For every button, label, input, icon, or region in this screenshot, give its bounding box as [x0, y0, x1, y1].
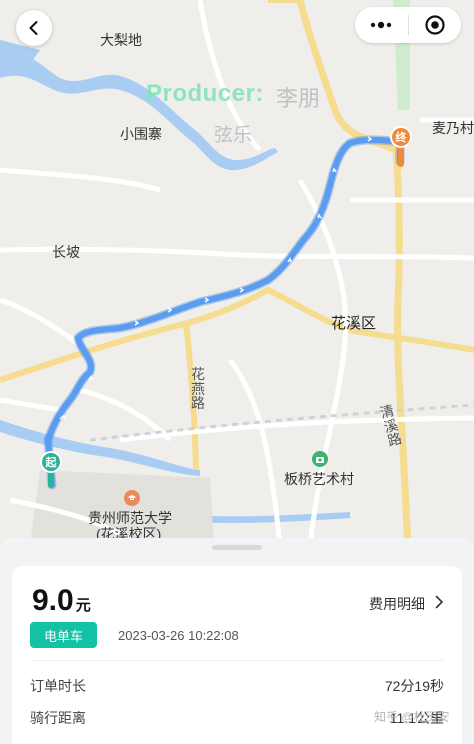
divider: [30, 660, 444, 661]
end-pin: 终: [390, 126, 412, 148]
row-value: 72分19秒: [384, 678, 444, 694]
order-duration-row: 订单时长 72分19秒: [30, 676, 444, 696]
mini-program-capsule: [355, 7, 461, 43]
source-watermark: 知乎 @杜历安: [374, 710, 450, 724]
place-label: 长坡: [52, 244, 80, 260]
road-label: 花燕路: [191, 366, 205, 412]
start-pin: 起: [40, 451, 62, 473]
end-pin-tail: [398, 145, 404, 167]
row-label: 骑行距离: [30, 710, 86, 726]
price-amount: 9.0: [32, 584, 74, 617]
place-label: 小围寨: [120, 126, 162, 142]
camera-poi-icon: [312, 451, 328, 467]
row-label: 订单时长: [30, 678, 86, 694]
poi-label: 贵州师范大学: [88, 510, 172, 526]
watermark-sub: 弦乐: [214, 125, 253, 146]
back-button[interactable]: [16, 10, 52, 46]
vehicle-type-badge: 电单车: [30, 622, 98, 648]
close-button[interactable]: [409, 7, 462, 43]
trip-price: 9.0 元: [32, 584, 91, 618]
chevron-right-icon: [435, 595, 444, 614]
price-unit: 元: [75, 597, 91, 614]
place-label: 大梨地: [100, 32, 142, 48]
more-dots-icon: [371, 21, 392, 29]
watermark-name: 李朋: [276, 86, 321, 111]
order-timestamp: 2023-03-26 10:22:08: [118, 628, 239, 643]
place-label: 麦乃村: [432, 120, 474, 136]
district-label: 花溪区: [331, 315, 377, 332]
fee-detail-label: 费用明细: [369, 596, 425, 612]
fee-detail-link[interactable]: 费用明细: [369, 594, 444, 614]
trip-map[interactable]: 大梨地 小围寨 长坡 花溪区 麦乃村 板桥艺术村 贵州师范大学 (花溪校区) 花…: [0, 0, 474, 545]
drag-handle[interactable]: [212, 545, 262, 550]
watermark-producer: Producer:: [146, 80, 264, 107]
target-close-icon: [425, 15, 445, 35]
poi-label: 板桥艺术村: [284, 471, 354, 487]
more-button[interactable]: [355, 7, 408, 43]
chevron-left-icon: [29, 21, 38, 35]
university-poi-icon: [124, 490, 140, 506]
